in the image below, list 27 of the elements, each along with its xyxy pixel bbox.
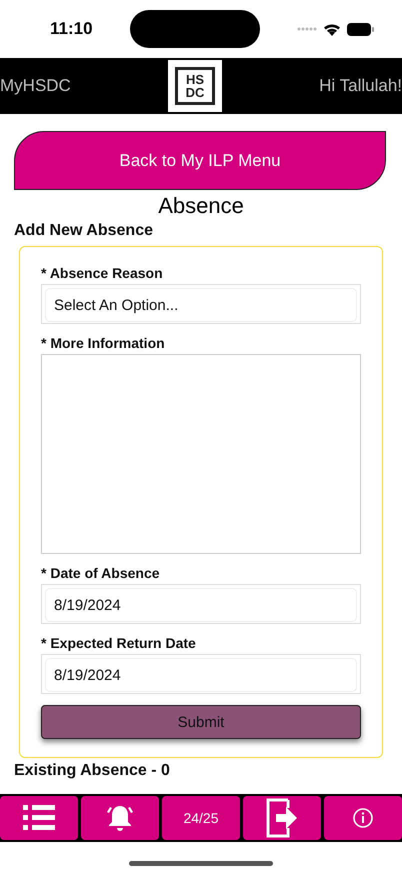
bell-icon	[105, 803, 135, 833]
page-title: Absence	[157, 194, 245, 218]
count-tab[interactable]: 24/25	[162, 796, 240, 840]
section-title: Add New Absence	[14, 222, 154, 240]
back-button[interactable]: Back to My ILP Menu	[14, 131, 386, 190]
select-field[interactable]: Select An Option...	[41, 284, 361, 324]
date-field[interactable]: 8/19/2024	[41, 654, 361, 694]
wifi-icon	[322, 22, 341, 36]
tab-button[interactable]	[0, 796, 78, 840]
date-field[interactable]: 8/19/2024	[41, 584, 361, 624]
field-label: * More Information	[41, 335, 166, 351]
field-label: * Expected Return Date	[41, 635, 197, 651]
logo: HS DC	[168, 60, 222, 112]
tab-button[interactable]	[243, 796, 321, 840]
greeting: Hi Tallulah!	[319, 76, 402, 96]
app-name: MyHSDC	[0, 76, 71, 96]
tab-button[interactable]	[324, 796, 402, 840]
status-time: 11:10	[50, 19, 93, 39]
field-label: * Absence Reason	[41, 265, 164, 281]
field-label: * Date of Absence	[41, 565, 161, 581]
info-icon	[353, 808, 373, 828]
battery-icon	[346, 22, 374, 36]
section-title: Existing Absence - 0	[14, 762, 171, 780]
tab-button[interactable]	[81, 796, 159, 840]
logout-icon	[266, 798, 298, 838]
menu-icon	[23, 805, 55, 831]
signal-icon	[296, 27, 317, 31]
